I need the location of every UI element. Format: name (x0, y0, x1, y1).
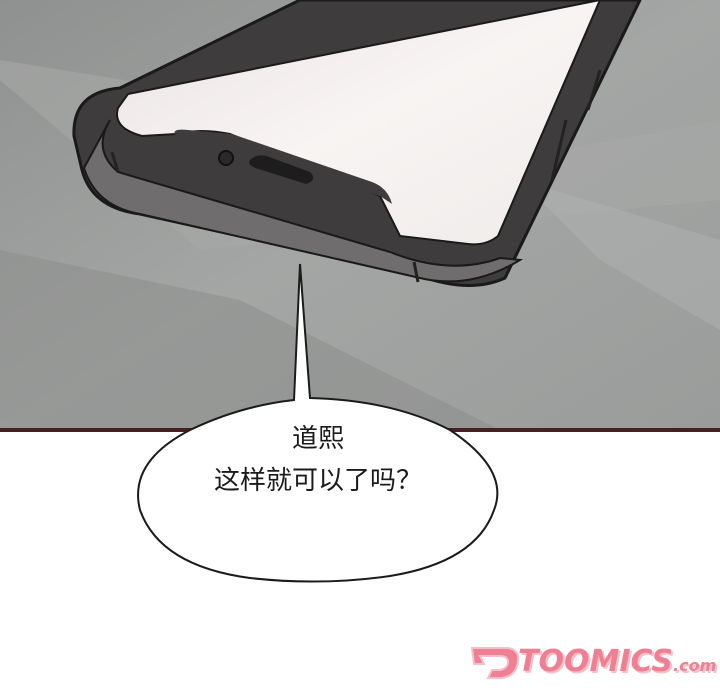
comic-panel (0, 0, 720, 430)
watermark-suffix: .com (673, 656, 717, 675)
phone-scene (0, 0, 720, 430)
speech-line-2: 这样就可以了吗？ (213, 466, 422, 496)
camera-icon (218, 150, 234, 166)
watermark-brand: TOOMICS (518, 644, 674, 679)
logo-mark (470, 647, 520, 679)
speech-bubble-text: 道熙 这样就可以了吗？ (138, 418, 498, 502)
speech-line-1: 道熙 (291, 424, 344, 454)
watermark: TOOMICS.com (518, 642, 716, 686)
